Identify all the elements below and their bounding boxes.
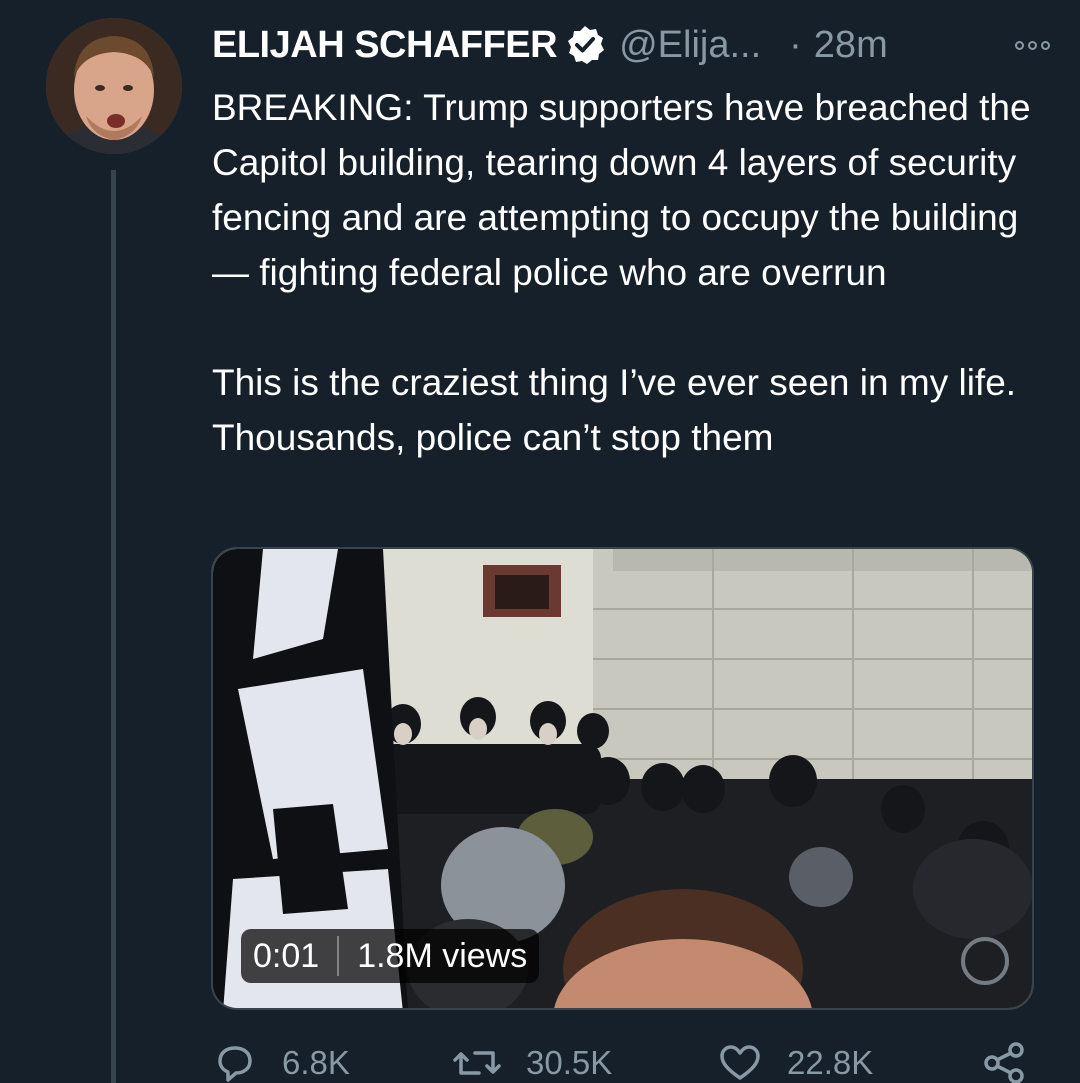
verified-badge-icon — [563, 23, 607, 67]
video-timestamp: 0:01 — [253, 936, 320, 975]
share-button[interactable] — [982, 1041, 1028, 1083]
like-button[interactable]: 22.8K — [717, 1043, 873, 1083]
thread-line — [111, 170, 116, 1083]
retweet-button[interactable]: 30.5K — [452, 1043, 612, 1083]
reply-count: 6.8K — [282, 1044, 350, 1081]
tweet-body: BREAKING: Trump supporters have breached… — [212, 80, 1052, 465]
like-count: 22.8K — [787, 1044, 874, 1081]
video-info-overlay: 0:01 1.8M views — [241, 929, 540, 983]
heart-icon — [717, 1043, 763, 1083]
tweet-paragraph: BREAKING: Trump supporters have breached… — [212, 87, 1031, 293]
author-name[interactable]: ELIJAH SCHAFFER — [212, 24, 558, 67]
tweet-actions: 6.8K 30.5K 22.8K — [212, 1038, 1042, 1083]
share-icon — [982, 1041, 1028, 1083]
reply-button[interactable]: 6.8K — [212, 1043, 350, 1083]
retweet-count: 30.5K — [526, 1044, 613, 1081]
overlay-divider — [337, 936, 340, 976]
tweet-paragraph: This is the craziest thing I’ve ever see… — [212, 362, 1017, 458]
more-options-icon[interactable] — [1015, 40, 1050, 50]
video-player[interactable]: 0:01 1.8M views — [211, 547, 1034, 1010]
avatar[interactable] — [46, 18, 182, 154]
tweet-header: ELIJAH SCHAFFER @Elija... · 28m — [212, 20, 1050, 70]
separator-dot: · — [789, 23, 802, 66]
reply-icon — [212, 1043, 258, 1083]
retweet-icon — [452, 1043, 502, 1083]
tweet-timestamp[interactable]: 28m — [814, 24, 888, 67]
author-handle[interactable]: @Elija... — [619, 24, 761, 67]
view-count: 1.8M views — [357, 936, 528, 975]
